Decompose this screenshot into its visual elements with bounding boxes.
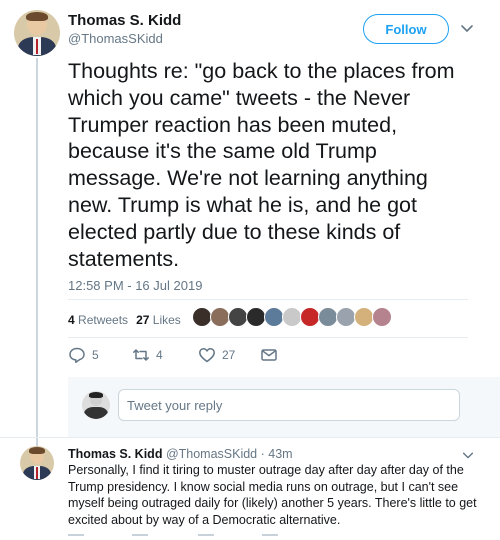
retweet-count: 4: [156, 348, 163, 362]
reply-button[interactable]: 5: [68, 346, 99, 364]
author-handle[interactable]: @ThomasSKidd: [68, 31, 163, 46]
reply-composer: Tweet your reply: [68, 377, 500, 437]
viewer-avatar: [82, 391, 110, 419]
reply-header: Thomas S. Kidd @ThomasSKidd · 43m: [68, 447, 293, 461]
direct-message-icon: [261, 349, 277, 361]
liker-avatar[interactable]: [354, 307, 374, 327]
follow-button[interactable]: Follow: [363, 14, 449, 44]
author-name[interactable]: Thomas S. Kidd: [68, 12, 181, 29]
likes-count: 27: [136, 313, 150, 327]
direct-message-button[interactable]: [260, 346, 278, 364]
reply-author-avatar[interactable]: [20, 446, 54, 480]
reply-actions-peek: [262, 534, 278, 536]
liker-avatar[interactable]: [318, 307, 338, 327]
author-avatar[interactable]: [14, 10, 60, 56]
liker-avatar[interactable]: [336, 307, 356, 327]
reply-author-name[interactable]: Thomas S. Kidd: [68, 447, 162, 461]
tweet-stats: 4 Retweets 27 Likes: [68, 313, 181, 327]
liker-avatar[interactable]: [228, 307, 248, 327]
tweet-timestamp[interactable]: 12:58 PM - 16 Jul 2019: [68, 278, 202, 293]
divider: [68, 337, 468, 338]
thread-line: [36, 58, 38, 450]
chevron-down-icon[interactable]: [461, 448, 475, 462]
likes-stat[interactable]: 27 Likes: [136, 313, 181, 327]
reply-text: Personally, I find it tiring to muster o…: [68, 463, 477, 528]
liker-avatar[interactable]: [192, 307, 212, 327]
reply-separator: ·: [260, 447, 265, 461]
liker-avatar[interactable]: [246, 307, 266, 327]
retweet-icon: [133, 349, 149, 361]
reply-input[interactable]: Tweet your reply: [118, 389, 460, 421]
reply-actions-peek: [198, 534, 214, 536]
retweets-label: Retweets: [78, 313, 129, 327]
retweets-stat[interactable]: 4 Retweets: [68, 313, 128, 327]
liker-avatar[interactable]: [300, 307, 320, 327]
like-count: 27: [222, 348, 236, 362]
divider: [0, 437, 500, 438]
liker-avatar[interactable]: [210, 307, 230, 327]
tweet-text: Thoughts re: "go back to the places from…: [68, 59, 455, 271]
like-button[interactable]: 27: [198, 346, 235, 364]
retweet-button[interactable]: 4: [132, 346, 163, 364]
reply-time[interactable]: 43m: [268, 447, 292, 461]
like-icon: [199, 348, 215, 363]
chevron-down-icon[interactable]: [459, 20, 475, 36]
likes-label: Likes: [152, 313, 181, 327]
liker-avatar[interactable]: [372, 307, 392, 327]
liker-avatar[interactable]: [264, 307, 284, 327]
reply-actions-peek: [132, 534, 148, 536]
divider: [68, 299, 468, 300]
reply-icon: [69, 347, 85, 363]
liker-avatar[interactable]: [282, 307, 302, 327]
reply-count: 5: [92, 348, 99, 362]
reply-author-handle[interactable]: @ThomasSKidd: [166, 447, 257, 461]
likers-avatar-row: [192, 307, 402, 333]
retweets-count: 4: [68, 313, 75, 327]
reply-actions-peek: [68, 534, 84, 536]
